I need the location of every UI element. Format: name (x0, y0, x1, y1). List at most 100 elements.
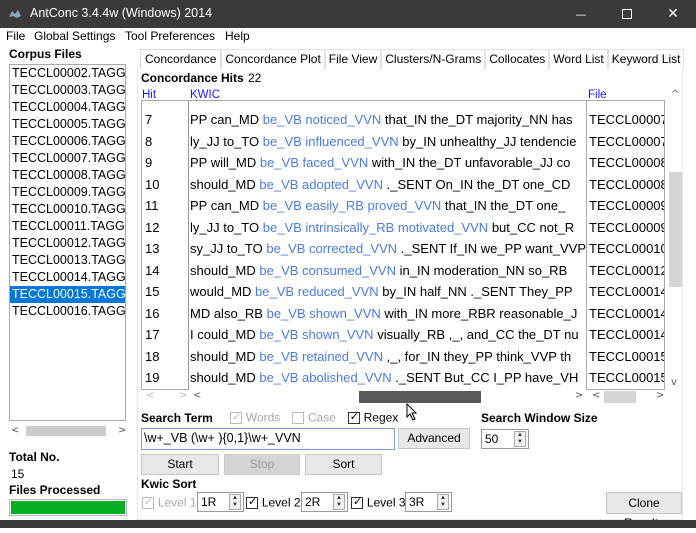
concordance-hit-number[interactable]: 9 (142, 152, 188, 174)
menu-tool-preferences[interactable]: Tool Preferences (125, 29, 215, 43)
scroll-thumb[interactable] (26, 426, 106, 436)
spinner-arrows-icon[interactable]: ▲ ▼ (229, 494, 241, 510)
concordance-hit-number[interactable]: 16 (142, 303, 188, 325)
concordance-file-name[interactable]: TECCL00014 (587, 281, 664, 303)
tab-collocates[interactable]: Collocates (485, 49, 550, 69)
concordance-kwic-line[interactable]: should_MD be_VB adopted_VVN ._SENT On_IN… (189, 174, 586, 196)
scroll-up-icon[interactable]: ^ (671, 89, 679, 100)
concordance-hit-number[interactable]: 12 (142, 217, 188, 239)
concordance-file-name[interactable]: TECCL00008 (587, 152, 664, 174)
scroll-thumb[interactable] (604, 391, 636, 403)
scroll-right-icon[interactable]: > (179, 390, 187, 401)
spinner-arrows-icon[interactable]: ▲ ▼ (437, 494, 449, 510)
kwic-hscrollbar[interactable]: < > (189, 390, 586, 404)
scroll-left-icon[interactable]: < (146, 390, 154, 401)
scroll-left-icon[interactable]: < (592, 390, 600, 401)
menu-file[interactable]: File (6, 29, 25, 43)
scroll-thumb[interactable] (359, 391, 481, 403)
concordance-kwic-line[interactable]: PP can_MD be_VB noticed_VVN that_IN the_… (189, 109, 586, 131)
case-checkbox[interactable] (292, 411, 305, 424)
hit-hscrollbar[interactable]: < > (141, 390, 189, 404)
scroll-left-icon[interactable]: < (193, 390, 201, 401)
kwic-keyword[interactable]: be_VB reduced_VVN (255, 284, 379, 299)
kwic-keyword[interactable]: be_VB retained_VVN (259, 349, 383, 364)
minimize-button[interactable]: — (558, 0, 604, 28)
concordance-file-name[interactable]: TECCL00015 (587, 367, 664, 389)
concordance-kwic-line[interactable]: should_MD be_VB retained_VVN ,_, for_IN … (189, 346, 586, 368)
concordance-kwic-line[interactable]: PP will_MD be_VB faced_VVN with_IN the_D… (189, 152, 586, 174)
concordance-hit-number[interactable]: 15 (142, 281, 188, 303)
close-button[interactable]: ✕ (650, 0, 696, 28)
file-column[interactable]: TECCL00007 TECCL00007 TECCL00008 TECCL00008… (586, 100, 665, 390)
corpus-file-item[interactable]: TECCL00015.TAGGED (10, 286, 125, 303)
regex-checkbox[interactable]: ✓ (347, 410, 360, 424)
kwic-keyword[interactable]: be_VB shown_VVN (259, 327, 373, 342)
level1-spinner[interactable]: 1R ▲ ▼ (197, 492, 244, 512)
scroll-down-icon[interactable]: v (671, 377, 677, 388)
concordance-row-partial[interactable] (587, 101, 664, 109)
tab-clusters-ngrams[interactable]: Clusters/N-Grams (381, 49, 486, 69)
corpus-file-item[interactable]: TECCL00008.TAGGED (10, 167, 125, 184)
kwic-keyword[interactable]: be_VB consumed_VVN (259, 263, 396, 278)
kwic-keyword[interactable]: be_VB corrected_VVN (266, 241, 397, 256)
corpus-file-item[interactable]: TECCL00014.TAGGED (10, 269, 125, 286)
scroll-right-icon[interactable]: > (656, 390, 664, 401)
corpus-file-item[interactable]: TECCL00011.TAGGED (10, 218, 125, 235)
level2-checkbox[interactable]: ✓ (246, 495, 258, 509)
spinner-arrows-icon[interactable]: ▲ ▼ (333, 494, 345, 510)
concordance-file-name[interactable]: TECCL00010 (587, 238, 664, 260)
maximize-button[interactable] (604, 0, 650, 28)
tab-concordance-plot[interactable]: Concordance Plot (221, 49, 325, 69)
hit-column[interactable]: 7 8 9 10 11 12 13 14 15 16 17 18 19 (141, 100, 189, 390)
scroll-left-icon[interactable]: < (11, 425, 19, 436)
concordance-kwic-line[interactable]: would_MD be_VB reduced_VVN by_IN half_NN… (189, 281, 586, 303)
kwic-keyword[interactable]: be_VB faced_VVN (260, 155, 368, 170)
concordance-kwic-line[interactable]: MD also_RB be_VB shown_VVN with_IN more_… (189, 303, 586, 325)
concordance-vscrollbar[interactable]: ^ v (668, 89, 683, 391)
concordance-file-name[interactable]: TECCL00007 (587, 109, 664, 131)
concordance-hit-number[interactable]: 17 (142, 324, 188, 346)
sort-button[interactable]: Sort (305, 454, 382, 475)
concordance-kwic-line[interactable]: should_MD be_VB consumed_VVN in_IN moder… (189, 260, 586, 282)
corpus-file-item[interactable]: TECCL00009.TAGGED (10, 184, 125, 201)
concordance-row-partial[interactable] (189, 101, 586, 109)
concordance-file-name[interactable]: TECCL00014 (587, 303, 664, 325)
concordance-kwic-line[interactable]: should_MD be_VB abolished_VVN ._SENT But… (189, 367, 586, 389)
corpus-file-item[interactable]: TECCL00013.TAGGED (10, 252, 125, 269)
start-button[interactable]: Start (141, 454, 219, 475)
concordance-kwic-line[interactable]: PP can_MD be_VB easily_RB proved_VVN tha… (189, 195, 586, 217)
concordance-hit-number[interactable]: 14 (142, 260, 188, 282)
concordance-file-name[interactable]: TECCL00009 (587, 217, 664, 239)
concordance-hit-number[interactable]: 18 (142, 346, 188, 368)
tab-concordance[interactable]: Concordance (140, 49, 222, 69)
concordance-kwic-line[interactable]: ly_JJ to_TO be_VB intrinsically_RB motiv… (189, 217, 586, 239)
corpus-files-list[interactable]: TECCL00002.TAGGEDTECCL00003.TAGGED TECCL0… (9, 64, 126, 421)
corpus-file-item[interactable]: TECCL00002.TAGGED (10, 65, 125, 82)
concordance-file-name[interactable]: TECCL00008 (587, 174, 664, 196)
corpus-file-item[interactable]: TECCL00006.TAGGED (10, 133, 125, 150)
corpus-file-item[interactable]: TECCL00007.TAGGED (10, 150, 125, 167)
tab-file-view[interactable]: File View (324, 49, 382, 69)
kwic-keyword[interactable]: be_VB abolished_VVN (259, 370, 391, 385)
concordance-hit-number[interactable]: 8 (142, 131, 188, 153)
scroll-right-icon[interactable]: > (575, 390, 583, 401)
level3-spinner[interactable]: 3R ▲ ▼ (405, 492, 452, 512)
level2-spinner[interactable]: 2R ▲ ▼ (301, 492, 348, 512)
corpus-file-item[interactable]: TECCL00012.TAGGED (10, 235, 125, 252)
corpus-file-item[interactable]: TECCL00003.TAGGED (10, 82, 125, 99)
concordance-hit-number[interactable]: 11 (142, 195, 188, 217)
corpus-file-item[interactable]: TECCL00010.TAGGED (10, 201, 125, 218)
menu-help[interactable]: Help (225, 29, 250, 43)
concordance-file-name[interactable]: TECCL00014 (587, 324, 664, 346)
kwic-column[interactable]: PP can_MD be_VB noticed_VVN that_IN the_… (188, 100, 586, 390)
corpus-files-hscrollbar[interactable]: < > (9, 424, 126, 438)
search-term-input[interactable]: \w+_VB (\w+ ){0,1}\w+_VVN (141, 428, 395, 450)
kwic-keyword[interactable]: be_VB shown_VVN (267, 306, 381, 321)
concordance-file-name[interactable]: TECCL00012 (587, 260, 664, 282)
kwic-keyword[interactable]: be_VB easily_RB proved_VVN (263, 198, 442, 213)
corpus-file-item[interactable]: TECCL00005.TAGGED (10, 116, 125, 133)
spinner-arrows-icon[interactable]: ▲ ▼ (514, 431, 526, 447)
scroll-right-icon[interactable]: > (118, 425, 126, 436)
concordance-hit-number[interactable]: 13 (142, 238, 188, 260)
kwic-keyword[interactable]: be_VB intrinsically_RB motivated_VVN (263, 220, 488, 235)
